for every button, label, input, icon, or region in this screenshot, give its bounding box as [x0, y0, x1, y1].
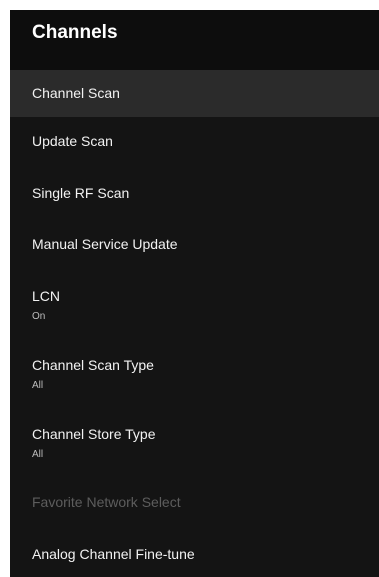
menu-item-update-scan[interactable]: Update Scan [10, 133, 379, 157]
menu-item-analog-channel-fine-tune[interactable]: Analog Channel Fine-tune [10, 546, 379, 570]
menu-item-label: Channel Scan Type [32, 357, 154, 373]
menu-item-value: All [32, 449, 44, 460]
channels-panel: Channels Channel Scan Update Scan Single… [10, 10, 379, 577]
menu-item-label: LCN [32, 288, 61, 304]
menu-item-label: Favorite Network Select [32, 494, 181, 510]
menu-item-label: Analog Channel Fine-tune [32, 546, 195, 562]
menu-item-label: Manual Service Update [32, 236, 178, 252]
menu-item-label: Channel Scan [32, 85, 120, 101]
menu-item-lcn[interactable]: LCN On [10, 288, 379, 328]
menu-item-manual-service-update[interactable]: Manual Service Update [10, 236, 379, 260]
menu-item-favorite-network-select: Favorite Network Select [10, 494, 379, 518]
menu-item-label: Update Scan [32, 133, 113, 149]
header: Channels [10, 10, 379, 70]
menu-item-value: All [32, 380, 44, 391]
menu-item-label: Single RF Scan [32, 185, 130, 201]
menu-item-channel-store-type[interactable]: Channel Store Type All [10, 426, 379, 466]
menu-item-single-rf-scan[interactable]: Single RF Scan [10, 185, 379, 209]
page-title: Channels [32, 22, 118, 43]
menu-item-channel-scan-type[interactable]: Channel Scan Type All [10, 357, 379, 397]
menu-item-label: Channel Store Type [32, 426, 156, 442]
menu-item-channel-scan[interactable]: Channel Scan [10, 70, 379, 117]
menu-item-value: On [32, 311, 46, 322]
